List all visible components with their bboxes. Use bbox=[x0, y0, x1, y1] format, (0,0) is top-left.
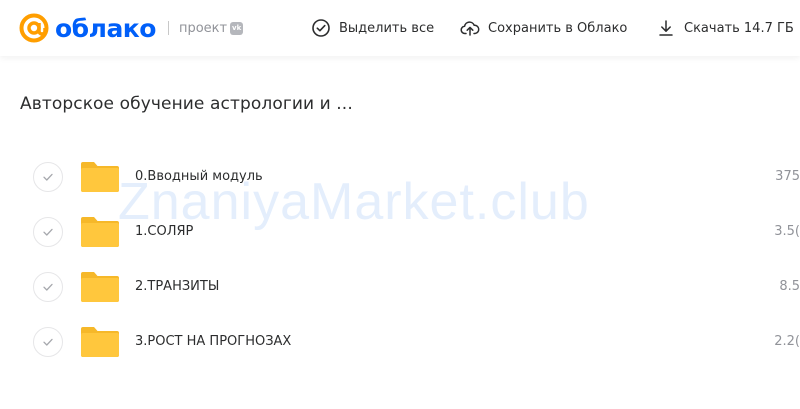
list-item[interactable]: 3.РОСТ НА ПРОГНОЗАХ 2.2( bbox=[0, 315, 800, 370]
save-to-cloud-button[interactable]: Сохранить в Облако bbox=[460, 17, 627, 39]
select-all-label: Выделить все bbox=[339, 20, 435, 36]
select-checkbox[interactable] bbox=[33, 217, 63, 247]
item-size: 8.5 bbox=[779, 279, 800, 294]
list-item[interactable]: 0.Вводный модуль 375 bbox=[0, 150, 800, 205]
folder-icon bbox=[81, 272, 119, 302]
save-to-cloud-label: Сохранить в Облако bbox=[488, 20, 628, 36]
at-sign-logo-icon bbox=[19, 13, 49, 43]
download-label: Скачать 14.7 ГБ bbox=[684, 20, 794, 36]
project-label: проект bbox=[178, 20, 228, 36]
check-circle-icon bbox=[312, 19, 330, 37]
cloud-upload-icon bbox=[460, 21, 480, 36]
item-name: 2.ТРАНЗИТЫ bbox=[135, 279, 220, 294]
select-all-button[interactable]: Выделить все bbox=[311, 17, 434, 39]
select-checkbox[interactable] bbox=[33, 162, 63, 192]
checkmark-icon bbox=[43, 283, 53, 291]
item-size: 3.5( bbox=[774, 224, 800, 239]
download-icon bbox=[659, 20, 673, 36]
select-checkbox[interactable] bbox=[33, 272, 63, 302]
item-name: 0.Вводный модуль bbox=[135, 169, 263, 184]
list-item[interactable]: 2.ТРАНЗИТЫ 8.5 bbox=[0, 260, 800, 315]
checkmark-icon bbox=[43, 228, 53, 236]
vk-badge-icon: vk bbox=[230, 21, 244, 35]
item-size: 2.2( bbox=[774, 334, 800, 349]
list-item[interactable]: 1.СОЛЯР 3.5( bbox=[0, 205, 800, 260]
item-name: 1.СОЛЯР bbox=[135, 224, 194, 239]
folder-icon bbox=[81, 327, 119, 357]
logo-text: облако bbox=[55, 13, 156, 43]
folder-title: Авторское обучение астрологии и ... bbox=[20, 94, 353, 114]
folder-icon bbox=[81, 217, 119, 247]
item-size: 375 bbox=[775, 169, 800, 184]
download-button[interactable]: Скачать 14.7 ГБ bbox=[656, 17, 794, 39]
folder-icon bbox=[81, 162, 119, 192]
checkmark-icon bbox=[43, 338, 53, 346]
logo-divider bbox=[167, 21, 169, 35]
checkmark-icon bbox=[43, 173, 53, 181]
file-list: 0.Вводный модуль 375 1.СОЛЯР 3.5( 2.ТРАН… bbox=[0, 150, 800, 370]
top-header: облако проект vk Выделить все Сохранить … bbox=[0, 0, 800, 56]
cloud-logo[interactable]: облако проект vk bbox=[18, 10, 244, 46]
item-name: 3.РОСТ НА ПРОГНОЗАХ bbox=[135, 334, 292, 349]
select-checkbox[interactable] bbox=[33, 327, 63, 357]
